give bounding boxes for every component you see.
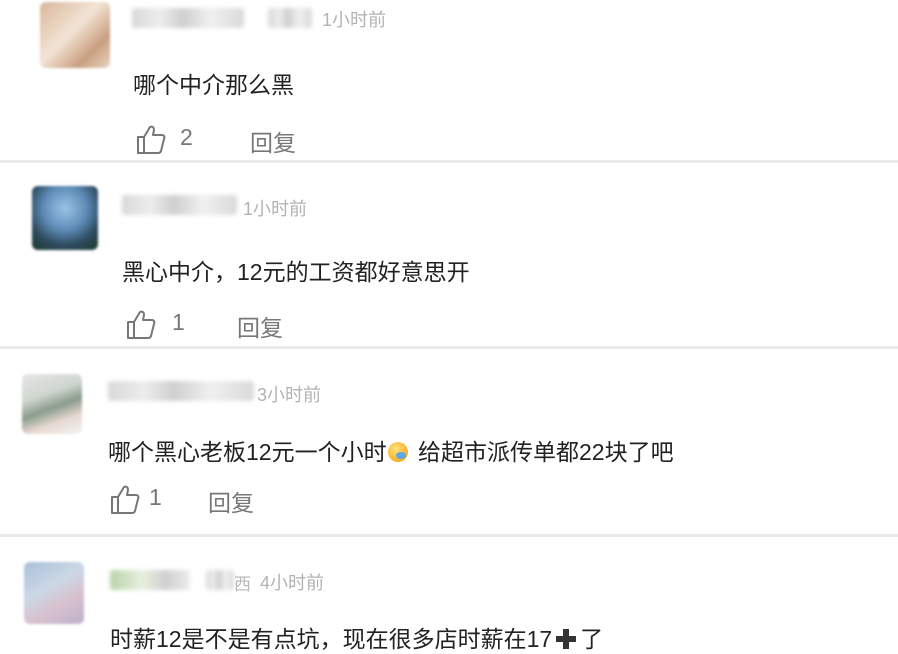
reply-button[interactable]: 回复 — [250, 124, 296, 158]
thumbs-up-icon[interactable] — [125, 308, 157, 340]
avatar[interactable] — [32, 186, 98, 250]
reply-button[interactable]: 回复 — [208, 484, 254, 518]
avatar[interactable] — [24, 562, 84, 624]
plus-cross-icon — [556, 629, 577, 649]
thumbs-up-icon[interactable] — [135, 123, 167, 155]
like-count: 2 — [180, 124, 193, 150]
like-count: 1 — [172, 309, 185, 335]
reply-button[interactable]: 回复 — [237, 309, 283, 343]
username[interactable] — [206, 570, 234, 590]
comment-time: 3小时前 — [257, 385, 322, 405]
comment-text: 哪个中介那么黑 — [133, 72, 294, 98]
comment-text: 时薪12是不是有点坑，现在很多店时薪在17 了 — [110, 620, 603, 654]
comment-time: 1小时前 — [322, 10, 387, 30]
username[interactable] — [268, 8, 312, 28]
avatar[interactable] — [40, 2, 110, 68]
comment-text: 黑心中介，12元的工资都好意思开 — [122, 259, 470, 285]
divider — [0, 346, 898, 349]
username[interactable] — [122, 195, 237, 215]
username-tail[interactable]: 西 — [234, 570, 251, 595]
divider — [0, 534, 898, 537]
thumbs-up-icon[interactable] — [109, 483, 141, 515]
comment-text-part: 时薪12是不是有点坑，现在很多店时薪在17 — [110, 626, 553, 652]
like-count: 1 — [149, 484, 162, 510]
comment-time: 4小时前 — [260, 573, 325, 593]
username[interactable] — [110, 570, 190, 590]
comment-text-part: 了 — [580, 626, 604, 652]
username[interactable] — [132, 8, 244, 28]
sweat-smile-emoji-icon — [387, 442, 408, 462]
comment-text-part: 给超市派传单都22块了吧 — [411, 439, 674, 465]
comment-time: 1小时前 — [243, 199, 308, 219]
avatar[interactable] — [22, 374, 82, 434]
username[interactable] — [108, 381, 254, 401]
comment-text-part: 哪个黑心老板12元一个小时 — [108, 439, 387, 465]
comment-text: 哪个黑心老板12元一个小时 给超市派传单都22块了吧 — [108, 433, 674, 467]
divider — [0, 160, 898, 163]
